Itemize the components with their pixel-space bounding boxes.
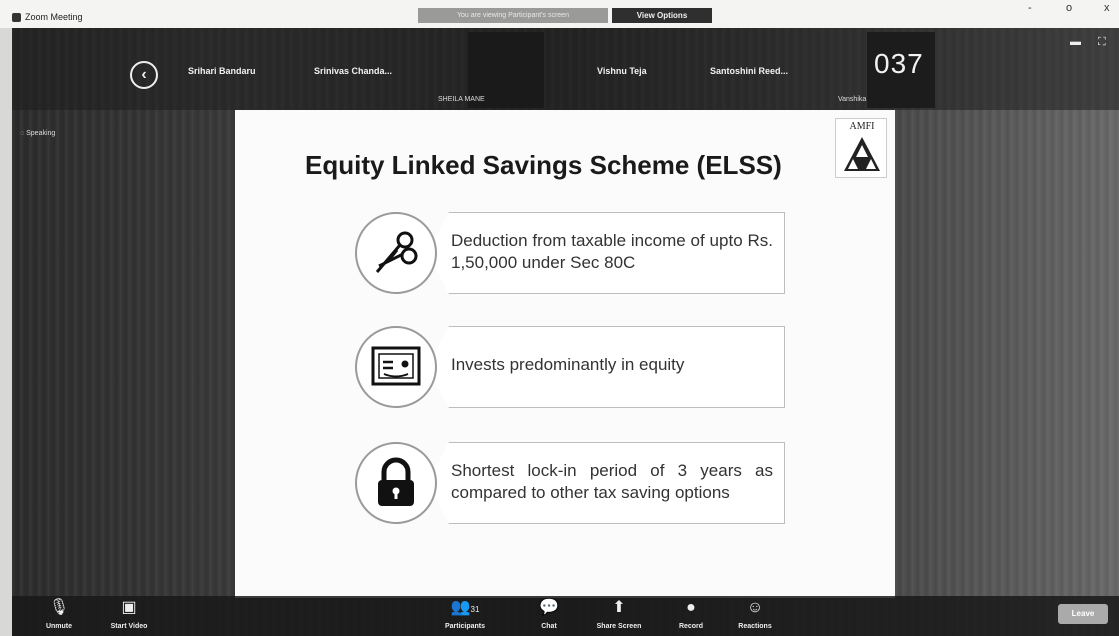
lock-icon	[378, 457, 414, 506]
chat-icon: 💬	[539, 599, 559, 616]
start-video-label: Start Video	[110, 623, 148, 630]
view-options-button[interactable]: View Options	[612, 8, 712, 23]
participant-name[interactable]: Srihari Bandaru	[188, 66, 256, 76]
feature-item: Invests predominantly in equity	[355, 324, 785, 412]
record-label: Record	[678, 623, 704, 630]
speaking-indicator: ◌ Speaking	[20, 130, 55, 137]
video-camera-icon: ▣	[121, 599, 137, 616]
slide-title: Equity Linked Savings Scheme (ELSS)	[305, 150, 782, 180]
feature-text: Shortest lock-in period of 3 years as co…	[451, 461, 773, 502]
record-button[interactable]: ● Record	[656, 598, 726, 630]
feature-text: Deduction from taxable income of upto Rs…	[451, 231, 773, 272]
chat-button[interactable]: 💬 Chat	[514, 598, 584, 630]
gallery-back-button[interactable]: ‹	[130, 61, 158, 89]
gallery-view-icon[interactable]: ▬	[1070, 36, 1081, 48]
gallery-strip: ‹ Srihari Bandaru Srinivas Chanda... Vis…	[12, 28, 1119, 110]
reactions-label: Reactions	[738, 623, 772, 630]
app-title-text: Zoom Meeting	[25, 12, 83, 22]
speaking-label: Speaking	[26, 130, 56, 137]
participants-count: 31	[470, 605, 480, 614]
feature-text: Invests predominantly in equity	[451, 355, 685, 374]
app-title: Zoom Meeting	[12, 12, 83, 22]
feature-icon-circle	[355, 326, 437, 408]
zoom-logo-icon	[12, 12, 21, 22]
participants-icon: 👥31	[450, 599, 480, 616]
meeting-toolbar: 🎙 Unmute ▣ Start Video 👥31 Participants …	[12, 596, 1119, 636]
participant-name[interactable]: Vishnu Teja	[597, 66, 647, 76]
reactions-button[interactable]: ☺ Reactions	[720, 598, 790, 630]
timer-display: 037	[874, 48, 924, 79]
participant-mic-label: SHEILA MANE	[438, 96, 485, 103]
scissors-icon	[375, 231, 418, 273]
participant-name[interactable]: Santoshini Reed...	[710, 66, 788, 76]
meeting-area: ‹ Srihari Bandaru Srinivas Chanda... Vis…	[12, 28, 1119, 636]
feature-icon-circle	[355, 442, 437, 524]
amfi-triangle-icon	[844, 137, 880, 171]
equity-certificate-icon	[371, 346, 421, 386]
amfi-logo: AMFI	[835, 118, 887, 178]
unmute-button[interactable]: 🎙 Unmute	[24, 598, 94, 630]
window-titlebar: Zoom Meeting You are viewing Participant…	[0, 0, 1119, 28]
leave-button[interactable]: Leave	[1058, 604, 1108, 624]
feature-item: Deduction from taxable income of upto Rs…	[355, 210, 785, 298]
start-video-button[interactable]: ▣ Start Video	[94, 598, 164, 630]
minimize-button[interactable]: -	[1028, 2, 1032, 14]
share-info-banner: You are viewing Participant's screen	[418, 8, 608, 23]
feature-icon-circle	[355, 212, 437, 294]
share-screen-icon: ⬆	[612, 599, 626, 616]
microphone-muted-icon: 🎙	[48, 599, 70, 616]
share-screen-button[interactable]: ⬆ Share Screen	[584, 598, 654, 630]
unmute-label: Unmute	[45, 623, 73, 630]
record-icon: ●	[686, 599, 696, 616]
close-button[interactable]: x	[1104, 2, 1110, 14]
participants-button[interactable]: 👥31 Participants	[430, 598, 500, 630]
fullscreen-icon[interactable]: ⛶	[1098, 36, 1106, 49]
chat-label: Chat	[541, 623, 557, 630]
feature-item: Shortest lock-in period of 3 years as co…	[355, 440, 785, 528]
maximize-button[interactable]: o	[1066, 2, 1072, 14]
participant-name[interactable]: Srinivas Chanda...	[314, 66, 392, 76]
share-screen-label: Share Screen	[596, 623, 642, 630]
shared-slide: Equity Linked Savings Scheme (ELSS) AMFI	[235, 110, 895, 598]
participants-label: Participants	[444, 623, 486, 630]
chevron-left-icon: ‹	[141, 66, 147, 83]
reactions-icon: ☺	[746, 599, 764, 616]
